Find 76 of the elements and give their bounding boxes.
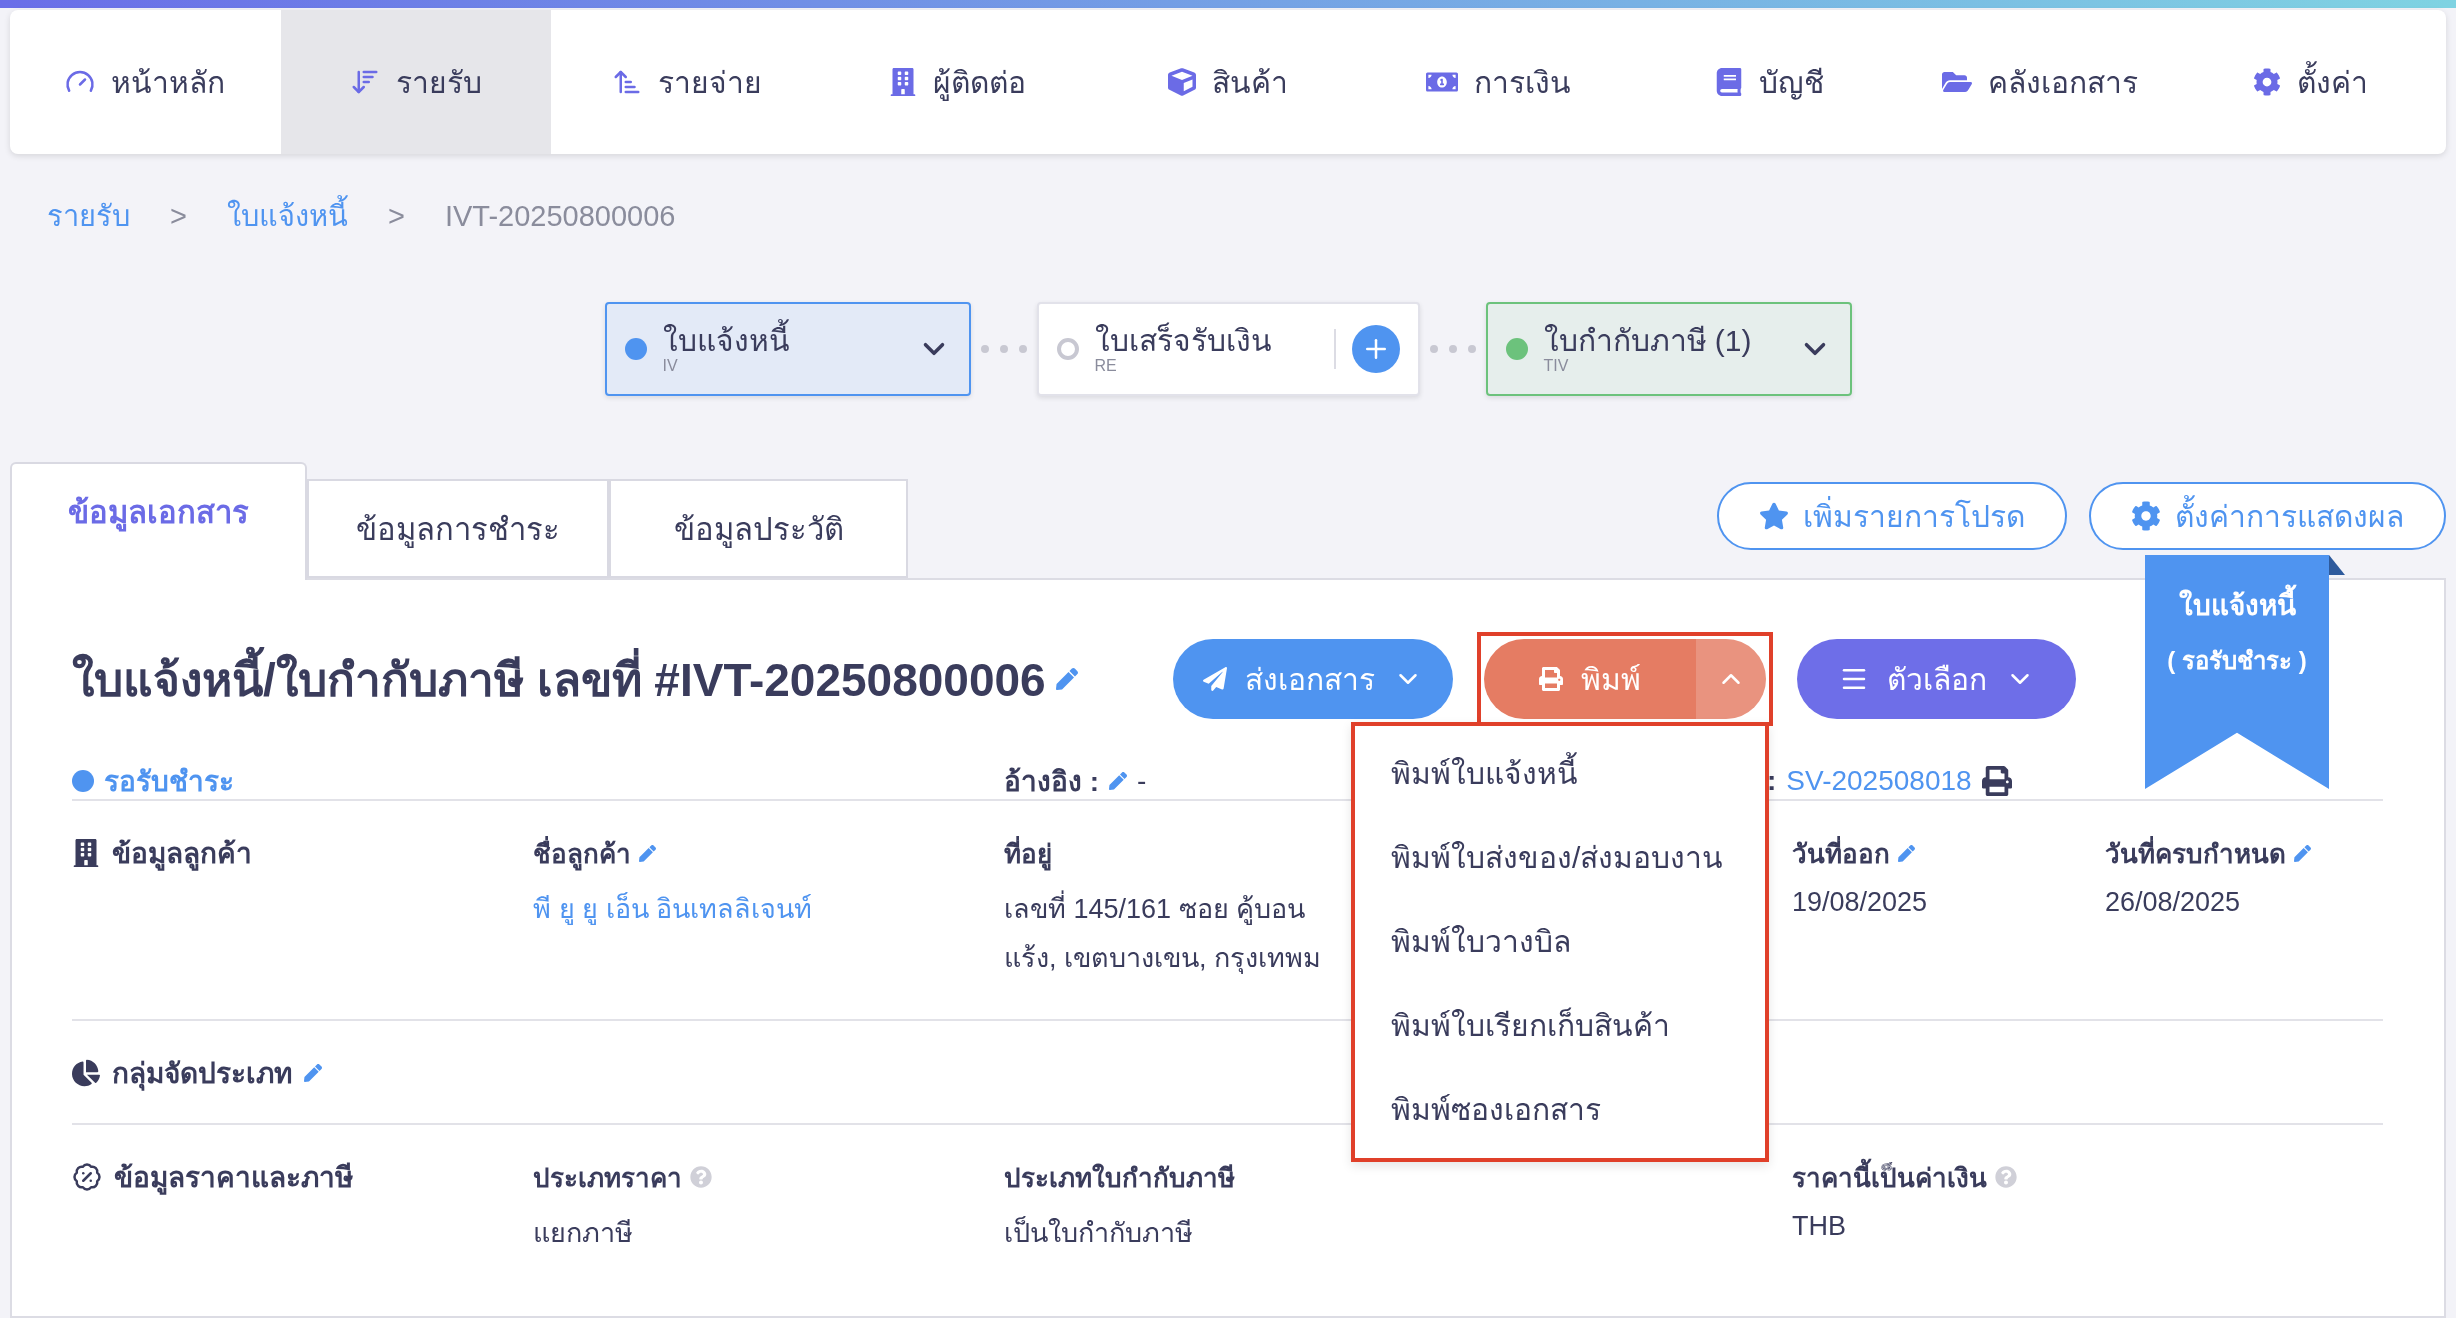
field-value: เลขที่ 145/161 ซอย คู้บอน — [1004, 887, 1306, 930]
field-label: ประเภทราคา — [533, 1161, 682, 1195]
field-value: THB — [1792, 1211, 1846, 1242]
edit-icon[interactable] — [304, 1064, 322, 1082]
section-title: กลุ่มจัดประเภท — [112, 1057, 292, 1093]
step-title: ใบเสร็จรับเงิน — [1094, 323, 1273, 357]
nav-item[interactable]: คลังเอกสาร — [1904, 10, 2176, 154]
book-icon — [1714, 68, 1743, 96]
star-icon — [1759, 501, 1789, 531]
settings-icon — [2253, 68, 2282, 96]
document-step-card[interactable]: ใบเสร็จรับเงิน RE — [1036, 302, 1420, 396]
add-button[interactable] — [1351, 325, 1400, 373]
nav-item[interactable]: ตั้งค่า — [2175, 10, 2446, 154]
edit-icon[interactable] — [2294, 844, 2311, 862]
status-label: รอรับชำระ — [104, 765, 234, 799]
edit-icon[interactable] — [639, 844, 656, 862]
send-icon — [1203, 667, 1227, 691]
field-value: แยกภาษี — [533, 1217, 633, 1250]
connector-dots-icon — [1429, 345, 1476, 353]
nav-item[interactable]: บัญชี — [1634, 10, 1905, 154]
step-title: ใบกำกับภาษี (1) — [1543, 323, 1753, 357]
menu-item[interactable]: พิมพ์ใบวางบิล — [1355, 900, 1765, 984]
field-label: วันที่ออก — [1792, 835, 1890, 871]
status-dot — [72, 770, 94, 792]
nav-item[interactable]: หน้าหลัก — [10, 10, 281, 154]
printer-icon[interactable] — [1981, 766, 2012, 796]
building-icon — [888, 68, 917, 96]
field-label: ที่อยู่ — [1004, 835, 1052, 873]
field-value: 19/08/2025 — [1792, 887, 1928, 918]
nav-item[interactable]: การเงิน — [1363, 10, 1635, 154]
step-code: RE — [1094, 356, 1118, 375]
field-value: เป็นใบกำกับภาษี — [1004, 1215, 1193, 1250]
menu-item[interactable]: พิมพ์ซองเอกสาร — [1355, 1068, 1765, 1152]
document-step-card[interactable]: ใบกำกับภาษี (1) TIV — [1485, 302, 1852, 396]
section-title: ข้อมูลราคาและภาษี — [114, 1161, 353, 1197]
step-code: IV — [662, 356, 679, 375]
field-value: 26/08/2025 — [2105, 887, 2241, 918]
breadcrumb-separator: > — [170, 199, 187, 233]
menu-item[interactable]: พิมพ์ใบส่งของ/ส่งมอบงาน — [1355, 816, 1765, 900]
nav-item[interactable]: รายจ่าย — [551, 10, 822, 154]
document-title: ใบแจ้งหนี้/ใบกำกับภาษี เลขที่ #IVT-20250800006 — [72, 642, 1046, 716]
edit-icon[interactable] — [1898, 844, 1915, 862]
tab[interactable]: ข้อมูลการชำระ — [307, 479, 609, 578]
section-title: ข้อมูลลูกค้า — [112, 837, 252, 873]
field-value: แร้ง, เขตบางเขน, กรุงเทพม — [1004, 942, 1321, 976]
settings-icon — [2131, 501, 2161, 531]
nav-item[interactable]: รายรับ — [280, 10, 552, 154]
edit-icon[interactable] — [1055, 668, 1078, 690]
tab[interactable]: ข้อมูลเอกสาร — [10, 462, 307, 580]
field-label: ราคานี้เป็นค่าเงิน — [1792, 1156, 1987, 1198]
field-label: ชื่อลูกค้า — [533, 835, 631, 873]
tab[interactable]: ข้อมูลประวัติ — [609, 479, 908, 578]
field-label: วันที่ครบกำหนด — [2105, 835, 2286, 871]
step-code: TIV — [1543, 356, 1570, 375]
edit-icon[interactable] — [1109, 772, 1128, 790]
printer-icon — [1539, 667, 1563, 691]
percent-badge-icon — [72, 1162, 102, 1192]
menu-item[interactable]: พิมพ์ใบเรียกเก็บสินค้า — [1355, 984, 1765, 1068]
nav-item[interactable]: ผู้ติดต่อ — [822, 10, 1093, 154]
nav-item[interactable]: สินค้า — [1092, 10, 1364, 154]
sales-ref-label: : — [1767, 765, 1777, 797]
print-menu-toggle[interactable] — [1696, 639, 1766, 719]
connector-dots-icon — [980, 345, 1027, 353]
ribbon-title: ใบแจ้งหนี้ — [2178, 583, 2296, 627]
options-button[interactable]: ตัวเลือก — [1797, 639, 2076, 719]
reference-value: - — [1137, 765, 1147, 797]
field-label: ประเภทใบกำกับภาษี — [1004, 1161, 1235, 1195]
cube-icon — [1168, 68, 1196, 96]
menu-item[interactable]: พิมพ์ใบแจ้งหนี้ — [1355, 732, 1765, 816]
breadcrumb-current: IVT-20250800006 — [444, 199, 676, 233]
pie-chart-icon — [72, 1059, 100, 1087]
breadcrumb-separator: > — [387, 199, 405, 233]
building-icon — [72, 839, 100, 867]
reference-label: อ้างอิง : — [1004, 765, 1100, 799]
document-step-card[interactable]: ใบแจ้งหนี้ IV — [604, 302, 971, 396]
ribbon-status: ( รอรับชำระ ) — [2167, 646, 2307, 676]
